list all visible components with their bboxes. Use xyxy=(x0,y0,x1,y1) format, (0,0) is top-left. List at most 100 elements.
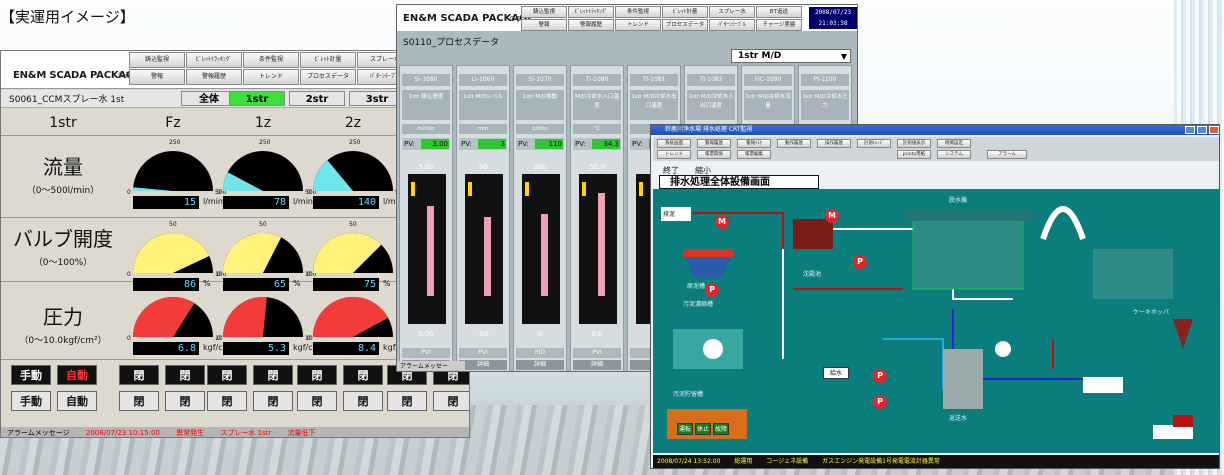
tag-id: FIC-1090 xyxy=(744,74,792,86)
valve-range: （0～100%） xyxy=(33,258,93,268)
stream-selector-value: 1str M/D xyxy=(738,51,782,61)
gauge-tick-min: 0 xyxy=(127,189,131,196)
menu-report-edit[interactable]: 帳票編集 xyxy=(737,150,771,159)
menu-time-setting[interactable]: 時間設定 xyxy=(937,139,971,148)
menu-item[interactable]: 警報履歴 xyxy=(186,69,242,85)
valve-close-button[interactable]: 閉 xyxy=(297,365,337,385)
valve-close-button[interactable]: 閉 xyxy=(119,391,159,411)
stream-selector[interactable]: 1str M/D ▼ xyxy=(731,49,851,63)
main-menu: 鋳込監視ﾋﾞﾚｯﾄﾄﾗｯｷﾝｸﾞ条件監視ﾋﾞﾚｯﾄ計量スプレー水BT追送警報警報… xyxy=(521,6,802,31)
menu-item[interactable]: BT追送 xyxy=(756,6,802,18)
menu-item[interactable]: プロセスデータ xyxy=(300,69,356,85)
menu-alarm[interactable]: アラーム xyxy=(987,150,1027,159)
scale-max: 200 xyxy=(533,163,547,171)
menu-alarm-mask[interactable]: 警報ﾏｽｸ xyxy=(737,139,771,148)
process-column: TI-1080 M/D冷却水入口温度 ℃ PV: 34.3 50.0 0.0 PV… xyxy=(570,65,624,371)
menu-item[interactable]: 条件監視 xyxy=(615,6,661,18)
status-text: 総運用 xyxy=(734,458,753,465)
menu-item[interactable]: 条件監視 xyxy=(243,52,299,68)
menu-system[interactable]: システム xyxy=(937,150,971,159)
menu-item[interactable]: ﾋﾞﾚｯﾄﾄﾗｯｷﾝｸﾞ xyxy=(186,52,242,68)
menu-item[interactable]: ﾋﾞﾚｯﾄ計量 xyxy=(300,52,356,68)
manual-select-button[interactable]: 手動 xyxy=(11,391,51,411)
scale-min: -50 xyxy=(477,330,489,338)
pump-icon[interactable]: P xyxy=(873,395,887,409)
menu-item[interactable]: トレンド xyxy=(243,69,299,85)
valve-close-button[interactable]: 閉 xyxy=(343,365,383,385)
tag-unit: ℃ xyxy=(573,124,621,134)
maximize-icon[interactable] xyxy=(1197,126,1207,134)
menu-item[interactable]: ﾋﾞﾚｯﾄ計量 xyxy=(662,6,708,18)
valve-close-button[interactable]: 閉 xyxy=(119,365,159,385)
manual-mode-button[interactable]: 手動 xyxy=(11,365,51,385)
minimize-icon[interactable] xyxy=(1185,126,1195,134)
tag-description: 1str M/Dレベル xyxy=(459,90,507,120)
menu-reports[interactable]: 帳票関係 xyxy=(697,150,731,159)
valve-close-button[interactable]: 閉 xyxy=(343,391,383,411)
menu-alarm-history[interactable]: 警報履歴 xyxy=(697,139,731,148)
gauge: 250 0 500 140 l/min xyxy=(305,139,407,217)
menu-system-screen[interactable]: 系統画面 xyxy=(657,139,691,148)
detail-button[interactable]: 詳細 xyxy=(516,360,564,370)
motor-icon[interactable]: M xyxy=(715,215,729,229)
tab-2str[interactable]: 2str xyxy=(289,91,345,106)
status-run: 運転 xyxy=(677,423,693,435)
menu-print[interactable]: printo用紙 xyxy=(897,150,931,159)
menu-action-history[interactable]: 動作履歴 xyxy=(777,139,811,148)
setpoint-marker xyxy=(468,182,472,196)
pump-icon[interactable]: P xyxy=(705,283,719,297)
pump-icon[interactable]: P xyxy=(853,255,867,269)
header-1z: 1z xyxy=(254,115,272,131)
menu-item[interactable]: 鋳込監視 xyxy=(521,6,567,18)
valve-close-button[interactable]: 閉 xyxy=(253,365,293,385)
window-wastewater-plant: 鈴鹿川浄水場 排水処理 CRT監視 系統画面 警報履歴 警報ﾏｽｸ 動作履歴 操… xyxy=(650,124,1220,469)
alarm-message-bar: アラームメッセージ 2008/07/23 10:15:00 異常発生 スプレー水… xyxy=(1,427,469,437)
menu-item[interactable]: 鋳込監視 xyxy=(129,52,185,68)
detail-button[interactable]: 詳細 xyxy=(459,360,507,370)
tag-unit: mm xyxy=(459,124,507,134)
pump-icon[interactable]: P xyxy=(873,369,887,383)
process-diagram: 排泥 原泥槽 脱水機 沈殿池 汚泥濃縮槽 返送水 汚泥貯留槽 ケーキホッパ 給水… xyxy=(653,189,1219,453)
gauge-tick-mid: 50 xyxy=(169,221,177,228)
menu-item[interactable]: ﾊﾟﾀｰﾝﾃｰﾌﾞﾙ xyxy=(709,19,755,31)
close-icon[interactable] xyxy=(1209,126,1219,134)
level-fill xyxy=(598,192,605,296)
tag-description: M/D冷却水入口温度 xyxy=(573,90,621,120)
valve-close-button[interactable]: 閉 xyxy=(165,391,205,411)
menu-trend[interactable]: トレンド xyxy=(657,150,691,159)
flow-label: 流量 xyxy=(43,155,83,179)
process-column: SI-1080 1str 鋳込速度 m/min PV: 3.00 5.00 0.0… xyxy=(399,65,453,371)
label-dewatering: 脱水機 xyxy=(949,197,968,204)
menu-measure-trend[interactable]: 計測ﾄﾚﾝﾄﾞ xyxy=(857,139,891,148)
valve-close-button[interactable]: 閉 xyxy=(207,365,247,385)
tab-1str[interactable]: 1str xyxy=(229,91,285,106)
header-fz: Fz xyxy=(165,115,181,131)
menu-measure-display[interactable]: 計測値表示 xyxy=(897,139,931,148)
menu-item[interactable]: プロセスデータ xyxy=(662,19,708,31)
motor-icon[interactable]: M xyxy=(825,209,839,223)
detail-button[interactable]: 詳細 xyxy=(573,360,621,370)
auto-select-button[interactable]: 自動 xyxy=(57,391,97,411)
valve-close-button[interactable]: 閉 xyxy=(165,365,205,385)
menu-item[interactable]: ﾋﾞﾚｯﾄﾄﾗｯｷﾝｸﾞ xyxy=(568,6,614,18)
valve-close-button[interactable]: 閉 xyxy=(433,391,469,411)
menu-item[interactable]: 警報 xyxy=(129,69,185,85)
valve-close-button[interactable]: 閉 xyxy=(297,391,337,411)
valve-close-button[interactable]: 閉 xyxy=(207,391,247,411)
menu-item[interactable]: 警報履歴 xyxy=(568,19,614,31)
level-bar xyxy=(408,174,446,324)
auto-mode-button[interactable]: 自動 xyxy=(57,365,97,385)
menu-item[interactable]: 警報 xyxy=(521,19,567,31)
menu-item[interactable]: チャージ実績 xyxy=(756,19,802,31)
label-sludge-storage: 汚泥貯留槽 xyxy=(673,391,704,398)
gauge: 250 0 500 15 l/min xyxy=(125,139,227,217)
mode-label: PID xyxy=(516,348,564,358)
menu-item[interactable]: トレンド xyxy=(615,19,661,31)
menu-item[interactable]: スプレー水 xyxy=(709,6,755,18)
status-stop: 休止 xyxy=(695,423,711,435)
valve-close-button[interactable]: 閉 xyxy=(387,391,427,411)
valve-close-button[interactable]: 閉 xyxy=(253,391,293,411)
menu-operation-history[interactable]: 操作履歴 xyxy=(817,139,851,148)
back-button[interactable]: 戻る xyxy=(509,14,521,23)
pv-readout: PV: 3.00 xyxy=(402,138,450,150)
